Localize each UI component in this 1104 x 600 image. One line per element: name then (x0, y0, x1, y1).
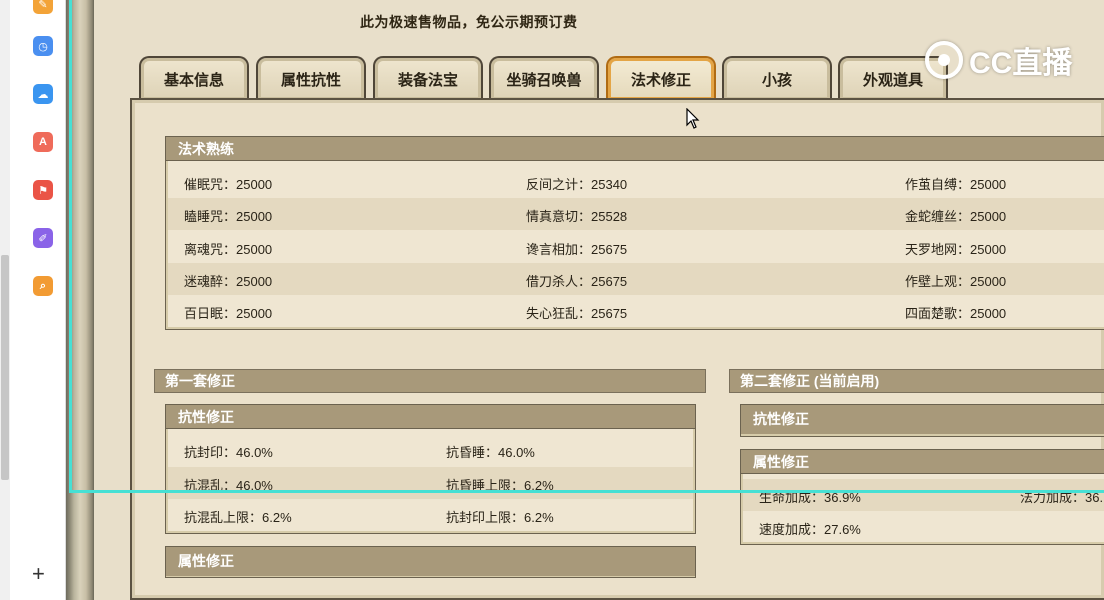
spell-value: 离魂咒：25000 (184, 242, 273, 257)
table-row: 抗混乱上限：6.2% 抗封印上限：6.2% (168, 499, 693, 531)
section-title: 属性修正 (166, 547, 695, 576)
browser-sidebar: ✎ ◷ ☁ A ⚑ ✐ ⌕ + (0, 0, 66, 600)
table-row: 抗封印：46.0% 抗昏睡：46.0% (168, 434, 693, 466)
section-title: 属性修正 (741, 450, 1104, 474)
table-row: 生命加成：36.9% 法力加成：36. (743, 479, 1104, 511)
spell-value: 天罗地网：25000 (905, 242, 1007, 257)
set2-title: 第二套修正 (当前启用) (729, 369, 1104, 393)
spell-value: 失心狂乱：25675 (526, 306, 628, 321)
mouse-cursor-icon (686, 108, 700, 129)
search-icon[interactable]: ⌕ (33, 276, 53, 296)
spell-value: 催眠咒：25000 (184, 177, 273, 192)
tab-spell-correction[interactable]: 法术修正 (606, 56, 716, 100)
stream-watermark: CC直播 (925, 38, 1072, 82)
note-icon[interactable]: ✎ (33, 0, 53, 14)
sidebar-scrollbar[interactable] (0, 0, 10, 600)
scrollbar-thumb[interactable] (1, 255, 9, 480)
resist-value: 抗混乱上限：6.2% (184, 510, 292, 525)
pdf-icon[interactable]: ⚑ (33, 180, 53, 200)
tab-children[interactable]: 小孩 (722, 56, 832, 100)
edit-icon[interactable]: ✐ (33, 228, 53, 248)
set1-attr-section: 属性修正 (165, 546, 696, 578)
spell-value: 迷魂醉：25000 (184, 274, 273, 289)
table-row: 催眠咒：25000 反间之计：25340 作茧自缚：25000 (168, 166, 1104, 198)
attr-value: 生命加成：36.9% (759, 490, 861, 505)
table-row: 抗混乱：46.0% 抗昏睡上限：6.2% (168, 467, 693, 499)
resist-value: 抗昏睡上限：6.2% (446, 478, 554, 493)
clock-icon[interactable]: ◷ (33, 36, 53, 56)
tab-mounts-pets[interactable]: 坐骑召唤兽 (489, 56, 599, 100)
spell-value: 四面楚歌：25000 (905, 306, 1007, 321)
spell-value: 谗言相加：25675 (526, 242, 628, 257)
attr-value: 速度加成：27.6% (759, 522, 861, 537)
table-row: 瞌睡咒：25000 情真意切：25528 金蛇缠丝：25000 (168, 198, 1104, 230)
spell-value: 作壁上观：25000 (905, 274, 1007, 289)
tab-basic-info[interactable]: 基本信息 (139, 56, 249, 100)
watermark-text: CC直播 (969, 47, 1073, 80)
spell-mastery-section: 法术熟练 催眠咒：25000 反间之计：25340 作茧自缚：25000 瞌睡咒… (165, 136, 1104, 330)
tab-equipment[interactable]: 装备法宝 (373, 56, 483, 100)
translate-icon[interactable]: A (33, 132, 53, 152)
table-row: 离魂咒：25000 谗言相加：25675 天罗地网：25000 (168, 231, 1104, 263)
set2-attr-section: 属性修正 生命加成：36.9% 法力加成：36. 速度加成：27.6% (740, 449, 1104, 545)
spell-value: 瞌睡咒：25000 (184, 209, 273, 224)
set1-title: 第一套修正 (154, 369, 706, 393)
resist-value: 抗昏睡：46.0% (446, 445, 535, 460)
resist-value: 抗封印上限：6.2% (446, 510, 554, 525)
section-title: 法术熟练 (166, 137, 1104, 161)
spell-value: 情真意切：25528 (526, 209, 628, 224)
resist-value: 抗混乱：46.0% (184, 478, 273, 493)
spell-value: 金蛇缠丝：25000 (905, 209, 1007, 224)
notice-text: 此为极速售物品，免公示期预订费 (360, 14, 578, 30)
spell-value: 作茧自缚：25000 (905, 177, 1007, 192)
spell-value: 反间之计：25340 (526, 177, 628, 192)
spell-value: 借刀杀人：25675 (526, 274, 628, 289)
game-frame-border (66, 0, 94, 600)
resist-value: 抗封印：46.0% (184, 445, 273, 460)
spell-value: 百日眠：25000 (184, 306, 273, 321)
tab-attributes[interactable]: 属性抗性 (256, 56, 366, 100)
table-row: 百日眠：25000 失心狂乱：25675 四面楚歌：25000 (168, 295, 1104, 327)
table-row: 迷魂醉：25000 借刀杀人：25675 作壁上观：25000 (168, 263, 1104, 295)
set1-resist-section: 抗性修正 抗封印：46.0% 抗昏睡：46.0% 抗混乱：46.0% 抗昏睡上限… (165, 404, 696, 534)
add-icon[interactable]: + (32, 562, 45, 586)
table-row: 速度加成：27.6% (743, 511, 1104, 543)
set2-resist-section: 抗性修正 (740, 404, 1104, 437)
section-title: 抗性修正 (741, 405, 1104, 434)
cloud-icon[interactable]: ☁ (33, 84, 53, 104)
cc-logo-icon (925, 41, 963, 79)
section-title: 抗性修正 (166, 405, 695, 429)
attr-value: 法力加成：36. (1020, 490, 1104, 505)
